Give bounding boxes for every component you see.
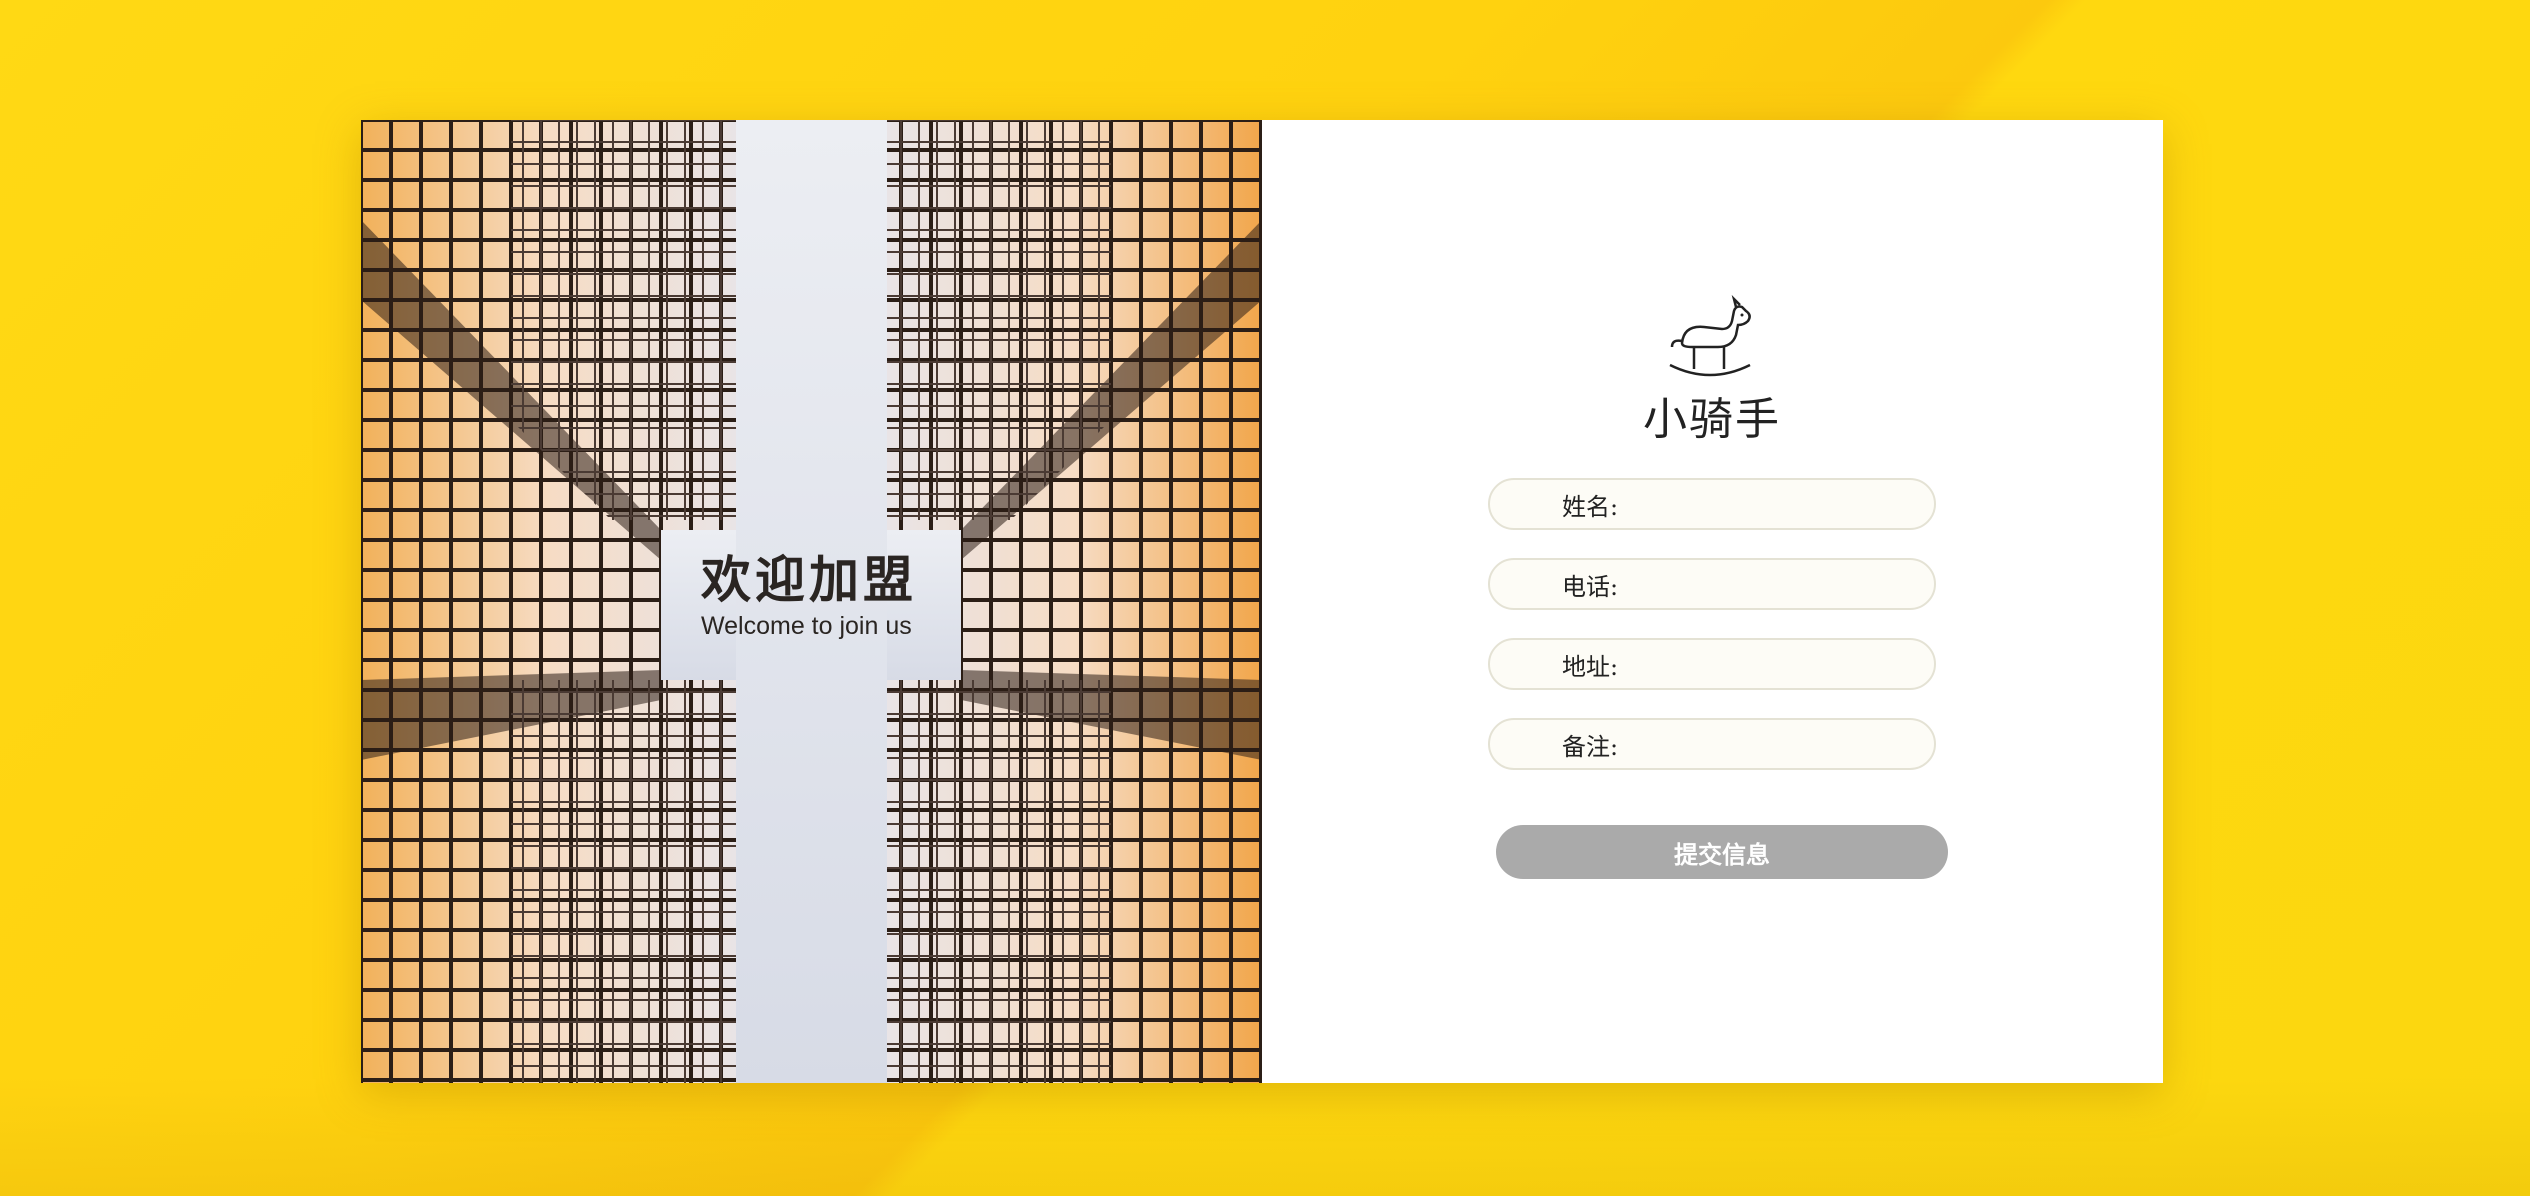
brand-logo: 小骑手 bbox=[1562, 294, 1862, 447]
submit-button[interactable]: 提交信息 bbox=[1496, 825, 1948, 879]
hero-subtitle: Welcome to join us bbox=[701, 612, 912, 640]
phone-input[interactable] bbox=[1618, 563, 1923, 605]
phone-field-label: 电话: bbox=[1562, 572, 1619, 601]
hero-title: 欢迎加盟 bbox=[701, 551, 917, 609]
address-field[interactable]: 地址: bbox=[1488, 638, 1936, 690]
notes-input[interactable] bbox=[1618, 723, 1923, 765]
phone-field[interactable]: 电话: bbox=[1488, 558, 1936, 610]
hero-image: 欢迎加盟 Welcome to join us bbox=[361, 120, 1262, 1083]
address-input[interactable] bbox=[1618, 643, 1923, 685]
rocking-horse-icon bbox=[1662, 294, 1762, 385]
hero-caption: 欢迎加盟 Welcome to join us bbox=[701, 550, 961, 641]
join-card: 欢迎加盟 Welcome to join us 小骑手 姓名: 电话: 地址: … bbox=[361, 120, 2163, 1083]
form-panel: 小骑手 姓名: 电话: 地址: 备注: 提交信息 bbox=[1262, 120, 2163, 1083]
background-shade bbox=[0, 1076, 2530, 1196]
address-field-label: 地址: bbox=[1562, 652, 1619, 681]
name-field[interactable]: 姓名: bbox=[1488, 478, 1936, 530]
brand-name: 小骑手 bbox=[1643, 394, 1781, 445]
name-field-label: 姓名: bbox=[1562, 492, 1619, 521]
name-input[interactable] bbox=[1618, 483, 1923, 525]
notes-field[interactable]: 备注: bbox=[1488, 718, 1936, 770]
notes-field-label: 备注: bbox=[1562, 732, 1619, 761]
